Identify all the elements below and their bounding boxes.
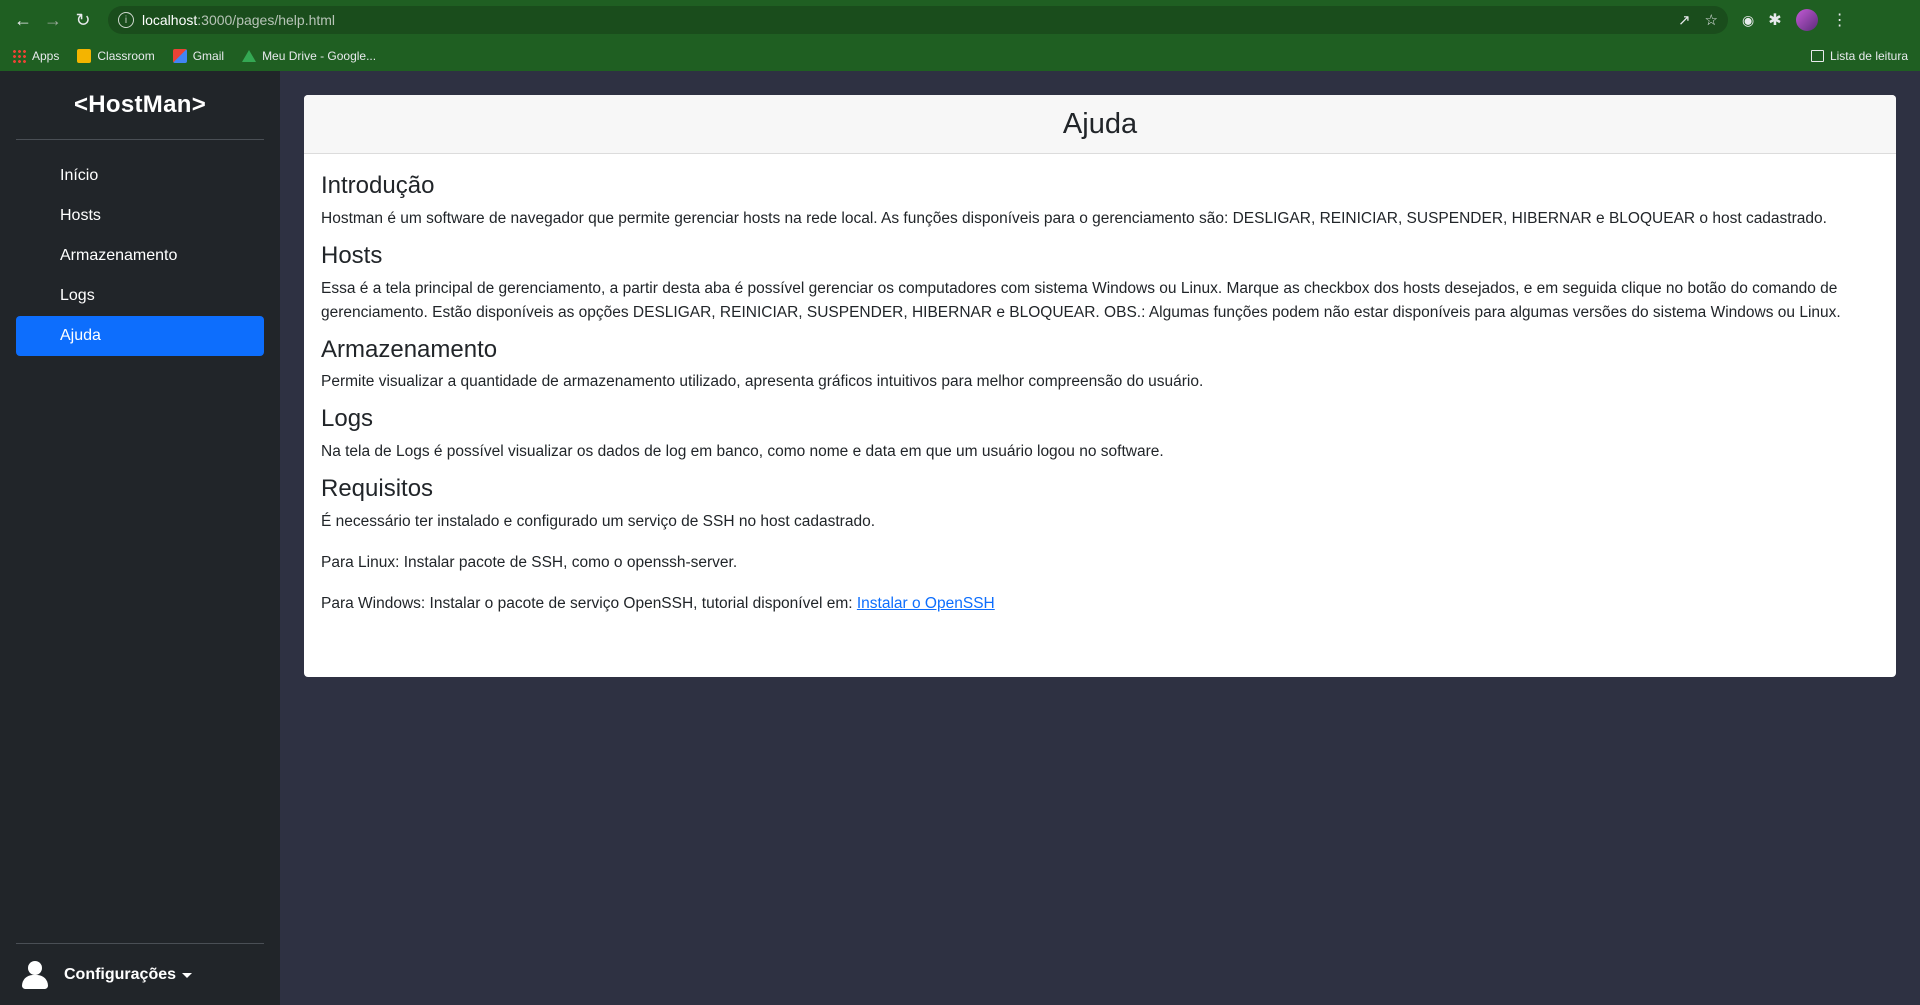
section-heading: Requisitos xyxy=(321,475,434,503)
help-content: Introdução Hostman é um software de nave… xyxy=(304,154,1896,645)
gmail-icon xyxy=(172,48,187,63)
user-icon xyxy=(20,960,50,990)
bookmark-apps[interactable]: Apps xyxy=(12,48,60,63)
bookmark-label: Meu Drive - Google... xyxy=(262,48,377,63)
settings-label: Configurações xyxy=(64,965,177,983)
bookmark-label: Apps xyxy=(32,48,60,63)
section-text: Essa é a tela principal de gerenciamento… xyxy=(321,279,1841,321)
help-card: Ajuda Introdução Hostman é um software d… xyxy=(304,95,1896,677)
section-hosts: Hosts Essa é a tela principal de gerenci… xyxy=(321,242,1879,325)
sidebar-item-armazenamento[interactable]: Armazenamento xyxy=(16,236,264,276)
profile-avatar[interactable] xyxy=(1795,9,1818,31)
url-host: localhost xyxy=(142,12,198,28)
bookmark-label: Classroom xyxy=(97,48,155,63)
openssh-link[interactable]: Instalar o OpenSSH xyxy=(857,595,995,612)
section-text: Permite visualizar a quantidade de armaz… xyxy=(321,373,1204,391)
section-logs: Logs Na tela de Logs é possível visualiz… xyxy=(321,405,1879,464)
section-text: É necessário ter instalado e configurado… xyxy=(321,512,876,530)
sidebar-item-hosts[interactable]: Hosts xyxy=(16,196,264,236)
page-title: Ajuda xyxy=(304,95,1896,154)
drive-icon xyxy=(242,49,257,62)
reading-list-icon xyxy=(1810,49,1824,62)
forward-icon[interactable]: → xyxy=(38,5,68,35)
extensions-puzzle-icon[interactable]: ✱ xyxy=(1768,10,1781,30)
classroom-icon xyxy=(77,48,92,63)
bookmark-label: Gmail xyxy=(192,48,225,63)
linux-requirement: Para Linux: Instalar pacote de SSH, como… xyxy=(321,553,738,571)
section-heading: Armazenamento xyxy=(321,335,498,363)
section-requisitos: Requisitos É necessário ter instalado e … xyxy=(321,475,1879,616)
windows-requirement: Para Windows: Instalar o pacote de servi… xyxy=(321,592,1879,616)
bookmarks-bar: Apps Classroom Gmail Meu Drive - Google.… xyxy=(0,40,1920,71)
bookmark-drive[interactable]: Meu Drive - Google... xyxy=(242,49,376,63)
bookmark-classroom[interactable]: Classroom xyxy=(77,48,155,63)
bookmark-star-icon[interactable]: ☆ xyxy=(1705,11,1718,29)
section-heading: Introdução xyxy=(321,172,435,199)
reading-list-label: Lista de leitura xyxy=(1829,48,1908,63)
caret-down-icon xyxy=(182,973,193,978)
sidebar-item-logs[interactable]: Logs xyxy=(16,276,264,316)
sidebar-nav: Início Hosts Armazenamento Logs Ajuda xyxy=(0,140,280,356)
browser-chrome: ← → ↻ i localhost:3000/pages/help.html ↗… xyxy=(0,0,1920,71)
reading-list-button[interactable]: Lista de leitura xyxy=(1810,48,1908,63)
apps-grid-icon xyxy=(12,48,26,63)
sidebar-item-inicio[interactable]: Início xyxy=(16,156,264,196)
section-text: Hostman é um software de navegador que p… xyxy=(321,209,1827,227)
section-text: Na tela de Logs é possível visualizar os… xyxy=(321,443,1164,461)
bookmark-gmail[interactable]: Gmail xyxy=(172,48,225,63)
back-icon[interactable]: ← xyxy=(8,5,38,35)
reload-icon[interactable]: ↻ xyxy=(68,5,98,35)
share-icon[interactable]: ↗ xyxy=(1678,11,1691,29)
address-bar[interactable]: i localhost:3000/pages/help.html ↗ ☆ xyxy=(108,6,1728,34)
site-info-icon[interactable]: i xyxy=(118,12,134,28)
sidebar: <HostMan> Início Hosts Armazenamento Log… xyxy=(0,71,280,1005)
section-heading: Hosts xyxy=(321,241,383,269)
url-path: :3000/pages/help.html xyxy=(197,12,336,28)
brand-logo[interactable]: <HostMan> xyxy=(0,71,280,139)
section-armazenamento: Armazenamento Permite visualizar a quant… xyxy=(321,336,1879,395)
sidebar-item-ajuda[interactable]: Ajuda xyxy=(16,316,264,356)
windows-requirement-text: Para Windows: Instalar o pacote de servi… xyxy=(321,594,857,612)
browser-menu-icon[interactable]: ⋮ xyxy=(1832,10,1848,30)
section-introducao: Introdução Hostman é um software de nave… xyxy=(321,172,1879,231)
section-heading: Logs xyxy=(321,405,374,433)
extension-icon[interactable]: ◉ xyxy=(1742,12,1754,29)
settings-dropdown[interactable]: Configurações xyxy=(16,943,264,1005)
